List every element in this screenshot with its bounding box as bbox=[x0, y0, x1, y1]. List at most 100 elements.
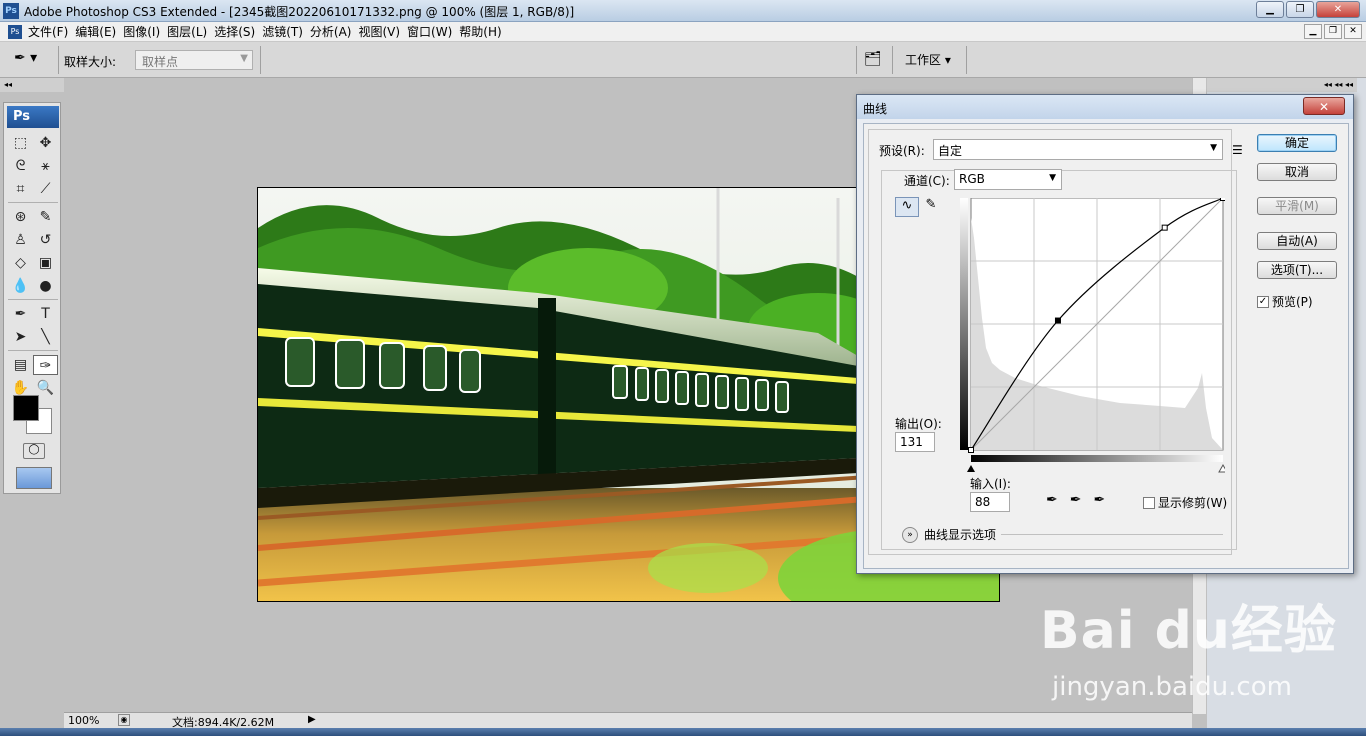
close-icon[interactable]: ✕ bbox=[1316, 1, 1360, 18]
maximize-icon[interactable]: ❐ bbox=[1286, 1, 1314, 18]
workspace-menu[interactable]: 工作区 ▾ bbox=[905, 51, 951, 68]
window-title: Adobe Photoshop CS3 Extended - [2345截图20… bbox=[24, 5, 575, 19]
pencil-draw-tool-icon[interactable]: ✎ bbox=[921, 197, 941, 217]
output-field[interactable]: 131 bbox=[895, 432, 935, 452]
black-point-slider-icon[interactable] bbox=[967, 465, 975, 472]
menu-file[interactable]: 文件(F) bbox=[28, 23, 75, 40]
channel-select[interactable]: RGB ▼ bbox=[954, 169, 1062, 190]
zoom-level[interactable]: 100% bbox=[68, 714, 99, 727]
preset-select[interactable]: 自定 ▼ bbox=[933, 139, 1223, 160]
dodge-tool-icon[interactable]: ● bbox=[33, 276, 58, 296]
sample-size-select[interactable]: 取样点 ▼ bbox=[135, 50, 253, 70]
eyedropper-group: ✒ ✒ ✒ bbox=[1046, 492, 1105, 508]
menu-help[interactable]: 帮助(H) bbox=[459, 23, 508, 40]
foreground-color-swatch[interactable] bbox=[13, 395, 39, 421]
pen-tool-icon[interactable]: ✒ bbox=[8, 304, 33, 324]
smooth-button[interactable]: 平滑(M) bbox=[1257, 197, 1337, 215]
menu-filter[interactable]: 滤镜(T) bbox=[262, 23, 310, 40]
eyedropper-tool-preset-icon[interactable]: ✒ ▾ bbox=[14, 50, 54, 70]
baidu-watermark: Bai du经验 jingyan.baidu.com bbox=[1040, 588, 1337, 702]
magic-wand-tool-icon[interactable]: ⚹ bbox=[33, 156, 58, 176]
menu-select[interactable]: 选择(S) bbox=[214, 23, 262, 40]
checkbox-icon[interactable]: ✓ bbox=[1257, 295, 1269, 308]
curves-graph[interactable] bbox=[960, 198, 1225, 483]
menu-edit[interactable]: 编辑(E) bbox=[75, 23, 123, 40]
curve-display-options-label: 曲线显示选项 bbox=[924, 528, 997, 542]
photoshop-logo-icon: Ps bbox=[3, 3, 19, 19]
input-gradient-bar bbox=[971, 455, 1223, 462]
show-clipping-checkbox[interactable]: 显示修剪(W) bbox=[1143, 494, 1227, 511]
preview-label: 预览(P) bbox=[1272, 295, 1313, 309]
document-icon[interactable]: Ps bbox=[8, 24, 22, 39]
checkbox-icon[interactable] bbox=[1143, 496, 1155, 509]
path-selection-tool-icon[interactable]: ➤ bbox=[8, 327, 33, 347]
black-eyedropper-icon[interactable]: ✒ bbox=[1046, 492, 1058, 508]
cancel-button[interactable]: 取消 bbox=[1257, 163, 1337, 181]
curve-display-options[interactable]: » 曲线显示选项 bbox=[902, 526, 996, 543]
options-button[interactable]: 选项(T)... bbox=[1257, 261, 1337, 279]
curve-point[interactable] bbox=[968, 447, 974, 453]
menu-view[interactable]: 视图(V) bbox=[358, 23, 407, 40]
curves-main-group: 预设(R): 自定 ▼ ☰ 通道(C): RGB ▼ ∿ ✎ 输出(O): 13… bbox=[868, 129, 1243, 555]
curves-dialog: 曲线 ✕ 预设(R): 自定 ▼ ☰ 通道(C): RGB ▼ ∿ ✎ 输出(O… bbox=[856, 94, 1354, 574]
dialog-close-icon[interactable]: ✕ bbox=[1303, 97, 1345, 115]
quick-mask-icon[interactable]: ◯ bbox=[23, 443, 45, 459]
doc-close-icon[interactable]: ✕ bbox=[1344, 24, 1362, 39]
lasso-tool-icon[interactable]: ᘓ bbox=[8, 156, 33, 176]
bridge-icon[interactable]: 🗂 bbox=[864, 51, 886, 69]
menu-image[interactable]: 图像(I) bbox=[123, 23, 167, 40]
output-label: 输出(O): bbox=[895, 417, 942, 431]
crop-tool-icon[interactable]: ⌗ bbox=[8, 179, 33, 199]
preview-checkbox[interactable]: ✓ 预览(P) bbox=[1257, 293, 1313, 310]
preset-options-icon[interactable]: ☰ bbox=[1232, 143, 1243, 157]
curve-point[interactable] bbox=[1220, 198, 1226, 201]
panel-dock-strip[interactable]: ◂◂ ◂◂ ◂◂ bbox=[1207, 78, 1357, 92]
expand-chevron-icon[interactable]: » bbox=[902, 526, 918, 543]
toolbox-collapse-strip[interactable]: ◂◂ bbox=[0, 78, 64, 92]
chevron-down-icon: ▼ bbox=[1049, 173, 1056, 183]
dialog-title-bar[interactable]: 曲线 bbox=[857, 95, 1353, 119]
sample-size-value: 取样点 bbox=[142, 55, 179, 69]
channel-value: RGB bbox=[959, 172, 985, 186]
move-tool-icon[interactable]: ✥ bbox=[33, 133, 58, 153]
menu-analysis[interactable]: 分析(A) bbox=[310, 23, 359, 40]
screen-mode-icon[interactable] bbox=[16, 467, 52, 489]
status-menu-arrow-icon[interactable]: ▶ bbox=[308, 714, 316, 725]
show-clipping-label: 显示修剪(W) bbox=[1158, 496, 1228, 510]
slice-tool-icon[interactable]: ⟋ bbox=[33, 179, 58, 199]
ok-button[interactable]: 确定 bbox=[1257, 134, 1337, 152]
gray-eyedropper-icon[interactable]: ✒ bbox=[1070, 492, 1082, 508]
options-bar: ✒ ▾ 取样大小: 取样点 ▼ 🗂 工作区 ▾ bbox=[0, 42, 1366, 78]
input-field[interactable]: 88 bbox=[970, 492, 1010, 512]
blur-tool-icon[interactable]: 💧 bbox=[8, 276, 33, 296]
eyedropper-tool-icon[interactable]: ✑ bbox=[33, 355, 58, 375]
white-point-slider-icon[interactable] bbox=[1218, 463, 1225, 473]
type-tool-icon[interactable]: T bbox=[33, 304, 58, 324]
clone-stamp-tool-icon[interactable]: ♙ bbox=[8, 230, 33, 250]
healing-brush-tool-icon[interactable]: ⊛ bbox=[8, 207, 33, 227]
window-controls: ▁ ❐ ✕ bbox=[1256, 1, 1360, 18]
curve-point[interactable] bbox=[1054, 317, 1061, 324]
menu-window[interactable]: 窗口(W) bbox=[407, 23, 459, 40]
minimize-icon[interactable]: ▁ bbox=[1256, 1, 1284, 18]
channel-label: 通道(C): bbox=[902, 172, 952, 189]
document-window-controls: ▁ ❐ ✕ bbox=[1304, 24, 1362, 39]
marquee-tool-icon[interactable]: ⬚ bbox=[8, 133, 33, 153]
watermark-logo: Bai du经验 bbox=[1040, 601, 1337, 661]
menu-layer[interactable]: 图层(L) bbox=[167, 23, 214, 40]
brush-tool-icon[interactable]: ✎ bbox=[33, 207, 58, 227]
doc-restore-icon[interactable]: ❐ bbox=[1324, 24, 1342, 39]
auto-button[interactable]: 自动(A) bbox=[1257, 232, 1337, 250]
line-tool-icon[interactable]: ╲ bbox=[33, 327, 58, 347]
curve-point[interactable] bbox=[1161, 224, 1168, 231]
divider bbox=[260, 46, 261, 74]
eraser-tool-icon[interactable]: ◇ bbox=[8, 253, 33, 273]
notes-tool-icon[interactable]: ▤ bbox=[8, 355, 33, 375]
gradient-tool-icon[interactable]: ▣ bbox=[33, 253, 58, 273]
dialog-body: 预设(R): 自定 ▼ ☰ 通道(C): RGB ▼ ∿ ✎ 输出(O): 13… bbox=[863, 123, 1349, 569]
status-info-icon[interactable]: ◉ bbox=[118, 714, 130, 726]
white-eyedropper-icon[interactable]: ✒ bbox=[1093, 492, 1105, 508]
doc-minimize-icon[interactable]: ▁ bbox=[1304, 24, 1322, 39]
history-brush-tool-icon[interactable]: ↺ bbox=[33, 230, 58, 250]
curve-points-tool-icon[interactable]: ∿ bbox=[895, 197, 919, 217]
